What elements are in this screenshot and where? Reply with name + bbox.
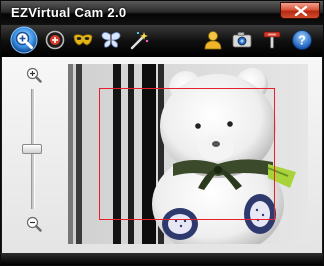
- toolbar: ?: [1, 25, 323, 57]
- help-button[interactable]: ?: [290, 28, 314, 52]
- zoom-slider-thumb[interactable]: [22, 144, 42, 154]
- snapshot-button[interactable]: [230, 28, 254, 52]
- close-icon: [294, 6, 308, 16]
- mask-icon: [73, 34, 93, 46]
- video-preview[interactable]: [68, 64, 308, 244]
- tools-button[interactable]: [260, 28, 284, 52]
- zoom-out-button[interactable]: [26, 216, 42, 237]
- camera-preview-image: [68, 64, 308, 244]
- butterfly-button[interactable]: [99, 28, 123, 52]
- user-icon: [204, 31, 222, 50]
- user-button[interactable]: [201, 28, 225, 52]
- add-effect-button[interactable]: [43, 28, 67, 52]
- zoom-in-button[interactable]: [26, 67, 42, 88]
- content-area: [2, 57, 322, 253]
- close-button[interactable]: [280, 2, 320, 19]
- add-icon: [45, 30, 65, 50]
- app-window: EZVirtual Cam 2.0 ?: [0, 0, 324, 266]
- mask-button[interactable]: [71, 28, 95, 52]
- camera-icon: [232, 32, 252, 48]
- help-icon: ?: [292, 30, 312, 50]
- zoom-in-icon: [26, 67, 42, 83]
- magic-wand-button[interactable]: [127, 28, 151, 52]
- svg-text:?: ?: [298, 33, 306, 48]
- window-title: EZVirtual Cam 2.0: [11, 5, 127, 20]
- title-bar[interactable]: EZVirtual Cam 2.0: [1, 1, 323, 25]
- tools-icon: [263, 31, 281, 49]
- zoom-out-icon: [26, 216, 42, 232]
- zoom-icon: [10, 26, 38, 54]
- butterfly-icon: [101, 32, 121, 48]
- zoom-tool-button[interactable]: [10, 26, 38, 54]
- magic-wand-icon: [130, 31, 149, 50]
- status-bar: [1, 253, 323, 265]
